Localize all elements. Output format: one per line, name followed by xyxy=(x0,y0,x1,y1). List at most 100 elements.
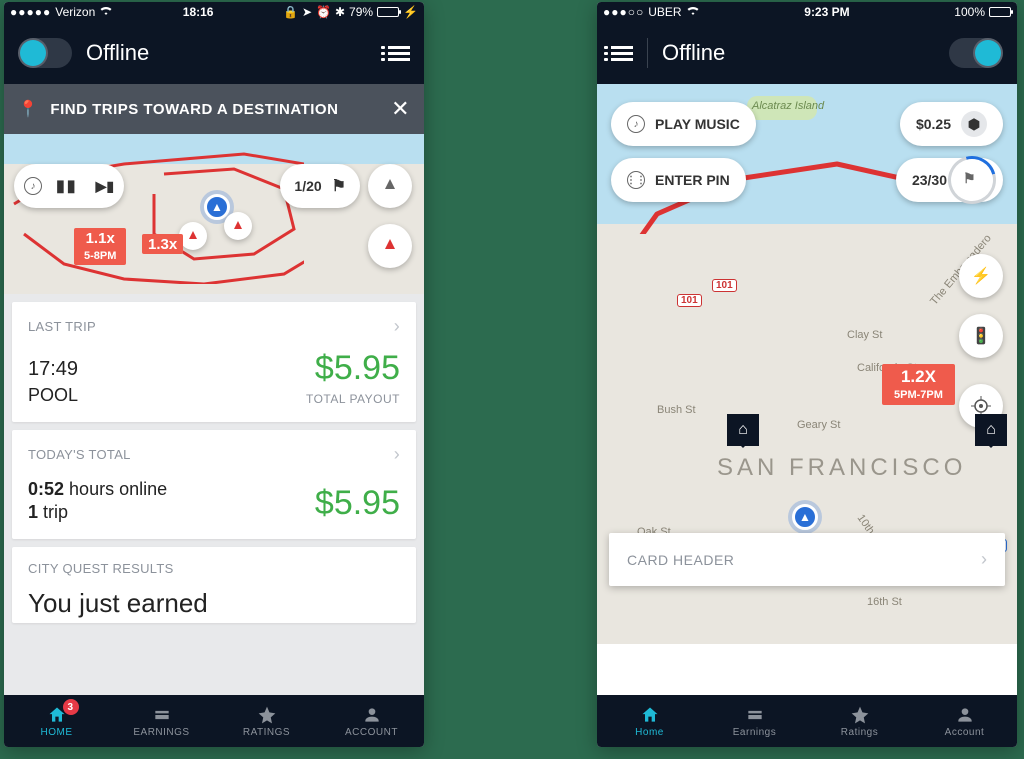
media-controls: ♪ ▮▮ ▶▮ xyxy=(14,164,124,208)
battery-pct-label: 79% xyxy=(349,5,373,19)
traffic-button[interactable]: 🚦 xyxy=(959,314,1003,358)
flag-icon: ⚑ xyxy=(332,176,346,196)
tab-home[interactable]: HOME 3 xyxy=(4,695,109,747)
online-toggle[interactable] xyxy=(18,38,72,68)
tab-account[interactable]: ACCOUNT xyxy=(319,695,424,747)
charging-icon: ⚡ xyxy=(403,5,418,19)
carrier-label: UBER xyxy=(648,5,681,19)
surge-tag: 1.1x 5-8PM xyxy=(74,228,126,265)
hwy-shield: 101 xyxy=(677,294,702,307)
music-note-icon[interactable]: ♪ xyxy=(24,177,42,195)
trip-counter-pill[interactable]: 1/20 ⚑ xyxy=(280,164,360,208)
trip-time: 17:49 xyxy=(28,358,78,381)
flag-icon: ⚑ xyxy=(963,170,976,187)
today-amount: $5.95 xyxy=(315,484,400,523)
status-bar: ●●●●● Verizon 18:16 🔒 ➤ ⏰ ✱ 79% ⚡ xyxy=(4,2,424,22)
surge-hours: 5PM-7PM xyxy=(890,388,947,404)
banner-text: FIND TRIPS TOWARD A DESTINATION xyxy=(50,101,379,118)
surge-tag: 1.2X 5PM-7PM xyxy=(882,364,955,405)
enter-pin-button[interactable]: ⋮⋮ ENTER PIN xyxy=(611,158,746,202)
tab-ratings[interactable]: RATINGS xyxy=(214,695,319,747)
last-trip-card[interactable]: LAST TRIP › 17:49 POOL $5.95 TOTAL PAYOU… xyxy=(12,302,416,422)
battery-icon xyxy=(989,7,1011,17)
online-toggle[interactable] xyxy=(949,38,1003,68)
keypad-icon: ⋮⋮ xyxy=(627,171,645,189)
bolt-button[interactable]: ⚡ xyxy=(959,254,1003,298)
chevron-right-icon: › xyxy=(981,549,987,570)
close-icon[interactable]: ✕ xyxy=(391,96,410,122)
poi-marker xyxy=(179,222,207,250)
counter-label: 23/30 xyxy=(912,172,947,188)
header-divider xyxy=(647,38,648,68)
card-title: LAST TRIP xyxy=(28,319,96,334)
quest-card[interactable]: CITY QUEST RESULTS You just earned xyxy=(12,547,416,623)
menu-icon[interactable] xyxy=(388,46,410,61)
cards-panel[interactable]: LAST TRIP › 17:49 POOL $5.95 TOTAL PAYOU… xyxy=(4,294,424,695)
counter-pill[interactable]: 23/30 ⚑ xyxy=(896,158,1003,202)
destination-banner[interactable]: 📍 FIND TRIPS TOWARD A DESTINATION ✕ xyxy=(4,84,424,134)
surge-mult: 1.2X xyxy=(901,367,936,386)
tab-bar: Home Earnings Ratings Account xyxy=(597,695,1017,747)
app-header: Offline xyxy=(4,22,424,84)
tab-ratings[interactable]: Ratings xyxy=(807,695,912,747)
trip-amount: $5.95 xyxy=(306,349,400,388)
fare-pill[interactable]: $0.25 ⬢ xyxy=(900,102,1003,146)
street-label: Geary St xyxy=(797,419,840,431)
phone-left: ●●●●● Verizon 18:16 🔒 ➤ ⏰ ✱ 79% ⚡ Offlin… xyxy=(4,2,424,747)
pill-label: PLAY MUSIC xyxy=(655,116,740,132)
trip-type: POOL xyxy=(28,385,78,406)
clock-label: 18:16 xyxy=(183,5,214,19)
next-track-button[interactable]: ▶▮ xyxy=(96,178,114,195)
trip-counter-label: 1/20 xyxy=(294,178,321,194)
city-label: SAN FRANCISCO xyxy=(717,454,966,482)
wifi-icon xyxy=(99,5,113,19)
wifi-icon xyxy=(686,5,700,19)
trip-sublabel: TOTAL PAYOUT xyxy=(306,392,400,406)
hours-label: hours online xyxy=(69,479,167,499)
play-music-button[interactable]: ♪ PLAY MUSIC xyxy=(611,102,756,146)
pin-icon: 📍 xyxy=(18,99,38,119)
tab-label: ACCOUNT xyxy=(345,727,398,738)
status-title: Offline xyxy=(662,40,935,66)
poi-marker[interactable]: ⌂ xyxy=(975,414,1007,446)
app-header: Offline xyxy=(597,22,1017,84)
bluetooth-icon: ✱ xyxy=(335,5,345,19)
surge-mult: 1.1x xyxy=(86,230,115,247)
map-region[interactable]: ♪ ▮▮ ▶▮ 1/20 ⚑ ▲ 1.1x 5-8PM 1.3x xyxy=(4,134,424,294)
poi-marker[interactable]: ⌂ xyxy=(727,414,759,446)
signal-dots-icon: ●●●○○ xyxy=(603,5,644,19)
pause-button[interactable]: ▮▮ xyxy=(56,176,78,196)
menu-icon[interactable] xyxy=(611,46,633,61)
tab-label: Earnings xyxy=(733,727,776,738)
battery-pct-label: 100% xyxy=(954,5,985,19)
trips-value: 1 xyxy=(28,502,38,522)
home-badge: 3 xyxy=(63,699,79,715)
tab-label: RATINGS xyxy=(243,727,290,738)
card-title: CITY QUEST RESULTS xyxy=(28,561,174,576)
user-location: ▲ xyxy=(204,194,230,220)
tab-earnings[interactable]: EARNINGS xyxy=(109,695,214,747)
nav-up-button[interactable] xyxy=(368,164,412,208)
street-label: 16th St xyxy=(867,596,902,608)
clock-label: 9:23 PM xyxy=(804,5,849,19)
pill-label: ENTER PIN xyxy=(655,172,730,188)
nav-home-button[interactable] xyxy=(368,224,412,268)
tab-bar: HOME 3 EARNINGS RATINGS ACCOUNT xyxy=(4,695,424,747)
hours-value: 0:52 xyxy=(28,479,64,499)
tab-earnings[interactable]: Earnings xyxy=(702,695,807,747)
hex-icon: ⬢ xyxy=(961,111,987,137)
street-label: Clay St xyxy=(847,329,882,341)
map-region[interactable]: Alcatraz Island California St xyxy=(597,84,1017,644)
alarm-icon: ⏰ xyxy=(316,5,331,19)
status-bar: ●●●○○ UBER 9:23 PM 100% xyxy=(597,2,1017,22)
tab-home[interactable]: Home xyxy=(597,695,702,747)
hwy-shield: 101 xyxy=(712,279,737,292)
home-icon: ⌂ xyxy=(738,421,748,439)
tab-account[interactable]: Account xyxy=(912,695,1017,747)
today-total-card[interactable]: TODAY'S TOTAL › 0:52 hours online 1 trip… xyxy=(12,430,416,539)
bolt-icon: ⚡ xyxy=(971,266,991,286)
phone-right: ●●●○○ UBER 9:23 PM 100% Offline Alcatraz… xyxy=(597,2,1017,747)
trips-label: trip xyxy=(43,502,68,522)
card-header-row[interactable]: CARD HEADER › xyxy=(609,533,1005,586)
tab-label: Home xyxy=(635,727,664,738)
